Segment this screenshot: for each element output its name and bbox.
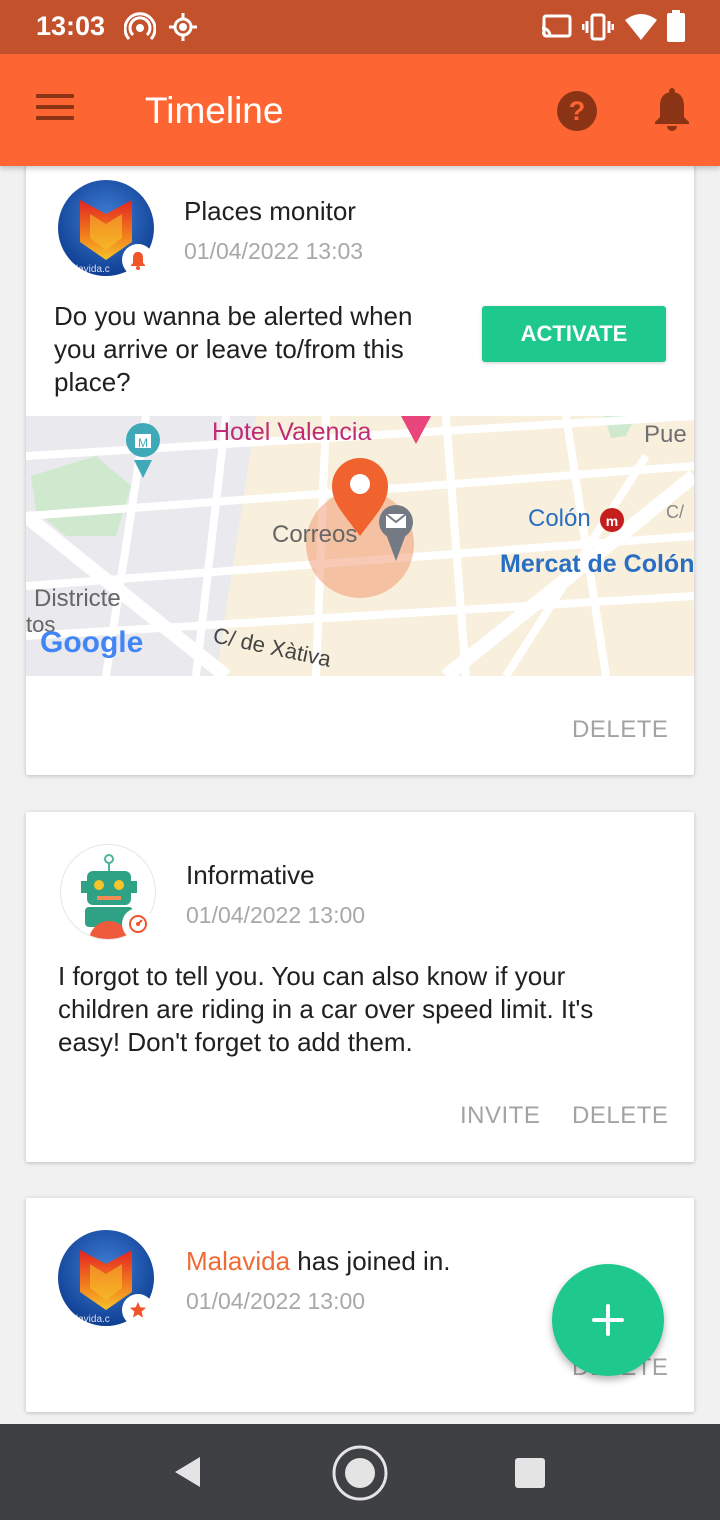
- status-bar: 13:03: [0, 0, 720, 54]
- battery-icon: [667, 10, 685, 42]
- bell-icon[interactable]: [652, 88, 692, 132]
- timeline-card-places-monitor: malavida.c Places monitor 01/04/2022 13:…: [26, 150, 694, 775]
- bell-badge-icon: [131, 252, 145, 270]
- card-title: Places monitor: [184, 196, 356, 226]
- map-label-pue: Pue: [644, 421, 687, 448]
- menu-icon[interactable]: [36, 94, 76, 124]
- help-icon[interactable]: ?: [556, 90, 598, 132]
- card-title: Informative: [186, 860, 315, 890]
- map-label-mercat: Mercat de Colón: [500, 550, 694, 578]
- avatar-watermark: malavida.c: [62, 264, 110, 275]
- plus-icon: [592, 1304, 624, 1336]
- cast-icon: [541, 14, 572, 38]
- vibrate-icon: [582, 13, 614, 41]
- avatar-watermark: malavida.c: [62, 1314, 110, 1325]
- invite-button[interactable]: INVITE: [460, 1102, 540, 1130]
- page-title: Timeline: [145, 90, 284, 131]
- svg-text:m: m: [606, 513, 618, 529]
- back-icon[interactable]: [170, 1454, 206, 1490]
- map-view[interactable]: M m Hotel Valencia Pue Correos Colón C/ …: [26, 416, 694, 676]
- svg-text:M: M: [138, 436, 148, 450]
- card-text: I forgot to tell you. You can also know …: [58, 961, 594, 1057]
- map-label-hotel: Hotel Valencia: [212, 418, 371, 446]
- hotspot-icon: [124, 12, 156, 41]
- wifi-icon: [625, 14, 657, 40]
- avatar-badge: [122, 244, 154, 276]
- joined-text: has joined in.: [290, 1246, 451, 1276]
- avatar-badge: [122, 908, 154, 940]
- svg-text:?: ?: [569, 96, 586, 126]
- card-text: Do you wanna be alerted when you arrive …: [54, 301, 413, 397]
- timeline-card-informative: Informative 01/04/2022 13:00 I forgot to…: [26, 812, 694, 1162]
- card-title: Malavida has joined in.: [186, 1246, 451, 1277]
- user-name-link[interactable]: Malavida: [186, 1246, 290, 1276]
- activate-button[interactable]: ACTIVATE: [482, 306, 666, 362]
- map-label-c-short: C/: [666, 502, 684, 522]
- map-label-correos: Correos: [272, 521, 357, 548]
- location-icon: [169, 13, 197, 41]
- card-date: 01/04/2022 13:03: [184, 238, 364, 264]
- card-date: 01/04/2022 13:00: [186, 1288, 366, 1314]
- map-label-colon: Colón: [528, 505, 591, 532]
- add-fab-button[interactable]: [552, 1264, 664, 1376]
- delete-button[interactable]: DELETE: [572, 1102, 668, 1130]
- star-icon: [129, 1301, 147, 1318]
- card-date: 01/04/2022 13:00: [186, 902, 366, 928]
- system-nav-bar: [0, 1424, 720, 1520]
- map-label-districte: Districte: [34, 585, 121, 612]
- recents-icon[interactable]: [514, 1457, 546, 1489]
- app-bar: Timeline ?: [0, 54, 720, 166]
- delete-button[interactable]: DELETE: [572, 716, 668, 744]
- status-time: 13:03: [36, 11, 106, 41]
- google-logo: Google: [40, 626, 143, 659]
- avatar-badge: [122, 1294, 154, 1326]
- speedometer-icon: [129, 915, 147, 933]
- home-icon[interactable]: [331, 1444, 389, 1502]
